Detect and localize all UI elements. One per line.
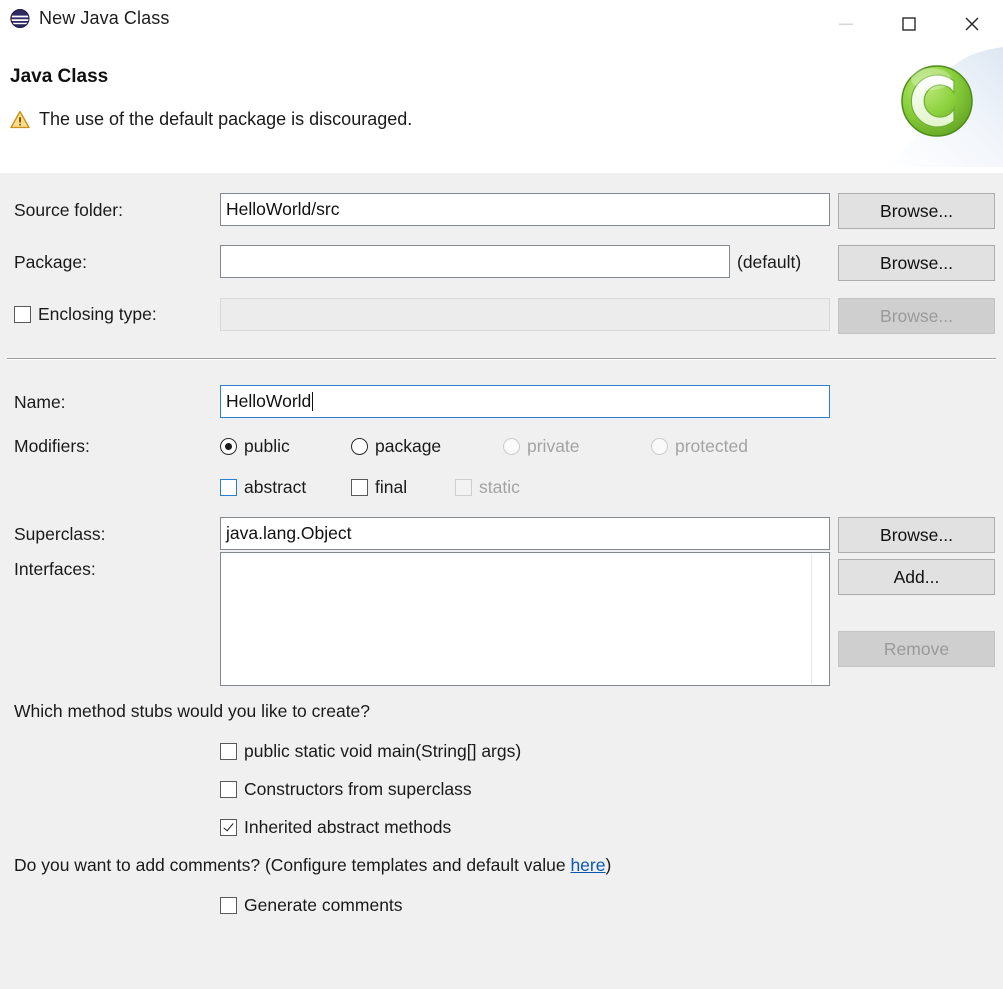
source-folder-input[interactable]: HelloWorld/src [220,193,830,226]
section-divider-1-highlight [7,359,996,360]
modifier-checkbox-abstract[interactable]: abstract [220,477,306,498]
stub-checkbox-inherited[interactable]: Inherited abstract methods [220,817,451,838]
modifier-radio-package[interactable]: package [351,436,441,457]
comments-question: Do you want to add comments? (Configure … [14,855,611,876]
text-caret [312,392,314,411]
configure-templates-link[interactable]: here [570,855,605,875]
close-button[interactable] [940,0,1003,47]
superclass-browse-button[interactable]: Browse... [838,517,995,553]
modifier-radio-public[interactable]: public [220,436,290,457]
window-controls [814,0,1003,47]
maximize-icon [901,16,916,31]
minimize-button[interactable] [814,0,877,47]
package-input[interactable] [220,245,730,278]
window-title: New Java Class [39,8,170,28]
title-bar-left: New Java Class [9,8,169,29]
radio-private-indicator [503,438,520,455]
maximize-button[interactable] [877,0,940,47]
enclosing-type-browse-button: Browse... [838,298,995,334]
interfaces-add-button[interactable]: Add... [838,559,995,595]
modifier-checkbox-final[interactable]: final [351,477,407,498]
main-method-checkbox[interactable] [220,743,237,760]
name-input[interactable]: HelloWorld [220,385,830,418]
method-stubs-question: Which method stubs would you like to cre… [14,701,371,721]
close-icon [964,16,979,31]
warning-triangle-icon [10,110,30,129]
modifier-checkbox-static: static [455,477,520,498]
inherited-abstract-label: Inherited abstract methods [244,817,452,837]
stub-checkbox-constructors[interactable]: Constructors from superclass [220,779,472,800]
generate-comments-row[interactable]: Generate comments [220,895,403,916]
main-method-label: public static void main(String[] args) [244,741,522,761]
constructors-label: Constructors from superclass [244,779,472,799]
modifier-radio-protected: protected [651,436,748,457]
title-bar: New Java Class [0,0,1003,47]
dialog-body: Source folder: HelloWorld/src Browse... … [0,174,1003,989]
source-folder-browse-button[interactable]: Browse... [838,193,995,229]
eclipse-wizard-sphere-icon [9,8,30,29]
radio-package-indicator[interactable] [351,438,368,455]
enclosing-type-label: Enclosing type: [38,304,157,324]
interfaces-listbox[interactable] [220,552,830,686]
interfaces-listbox-scroll-divider [811,554,812,684]
final-checkbox[interactable] [351,479,368,496]
inherited-abstract-checkbox[interactable] [220,819,237,836]
source-folder-label: Source folder: [14,200,123,220]
modifier-radio-private: private [503,436,580,457]
static-label: static [479,477,520,497]
generate-comments-label: Generate comments [244,895,403,915]
radio-public-label: public [244,436,290,456]
status-message: The use of the default package is discou… [10,109,412,130]
radio-protected-label: protected [675,436,748,456]
static-checkbox [455,479,472,496]
radio-package-label: package [375,436,442,456]
green-c-class-icon [876,47,1003,167]
package-label: Package: [14,252,87,272]
package-default-hint: (default) [737,252,802,272]
superclass-input[interactable]: java.lang.Object [220,517,830,550]
stub-checkbox-main[interactable]: public static void main(String[] args) [220,741,521,762]
comments-question-prefix: Do you want to add comments? (Configure … [14,855,571,875]
superclass-label: Superclass: [14,524,106,544]
package-browse-button[interactable]: Browse... [838,245,995,281]
wizard-header: Java Class The use of the default packag… [0,47,1003,173]
radio-private-label: private [527,436,580,456]
generate-comments-checkbox[interactable] [220,897,237,914]
radio-protected-indicator [651,438,668,455]
interfaces-remove-button: Remove [838,631,995,667]
minimize-icon [838,23,853,25]
status-message-text: The use of the default package is discou… [39,109,413,129]
enclosing-type-checkbox-row[interactable]: Enclosing type: [14,304,157,325]
comments-question-suffix: ) [605,855,612,875]
name-label: Name: [14,392,66,412]
radio-public-indicator[interactable] [220,438,237,455]
page-title: Java Class [10,66,109,87]
constructors-checkbox[interactable] [220,781,237,798]
enclosing-type-input [220,298,830,331]
abstract-label: abstract [244,477,307,497]
final-label: final [375,477,408,497]
abstract-checkbox[interactable] [220,479,237,496]
modifiers-label: Modifiers: [14,436,90,456]
interfaces-label: Interfaces: [14,559,96,579]
enclosing-type-checkbox[interactable] [14,306,31,323]
name-input-value: HelloWorld [226,391,312,411]
